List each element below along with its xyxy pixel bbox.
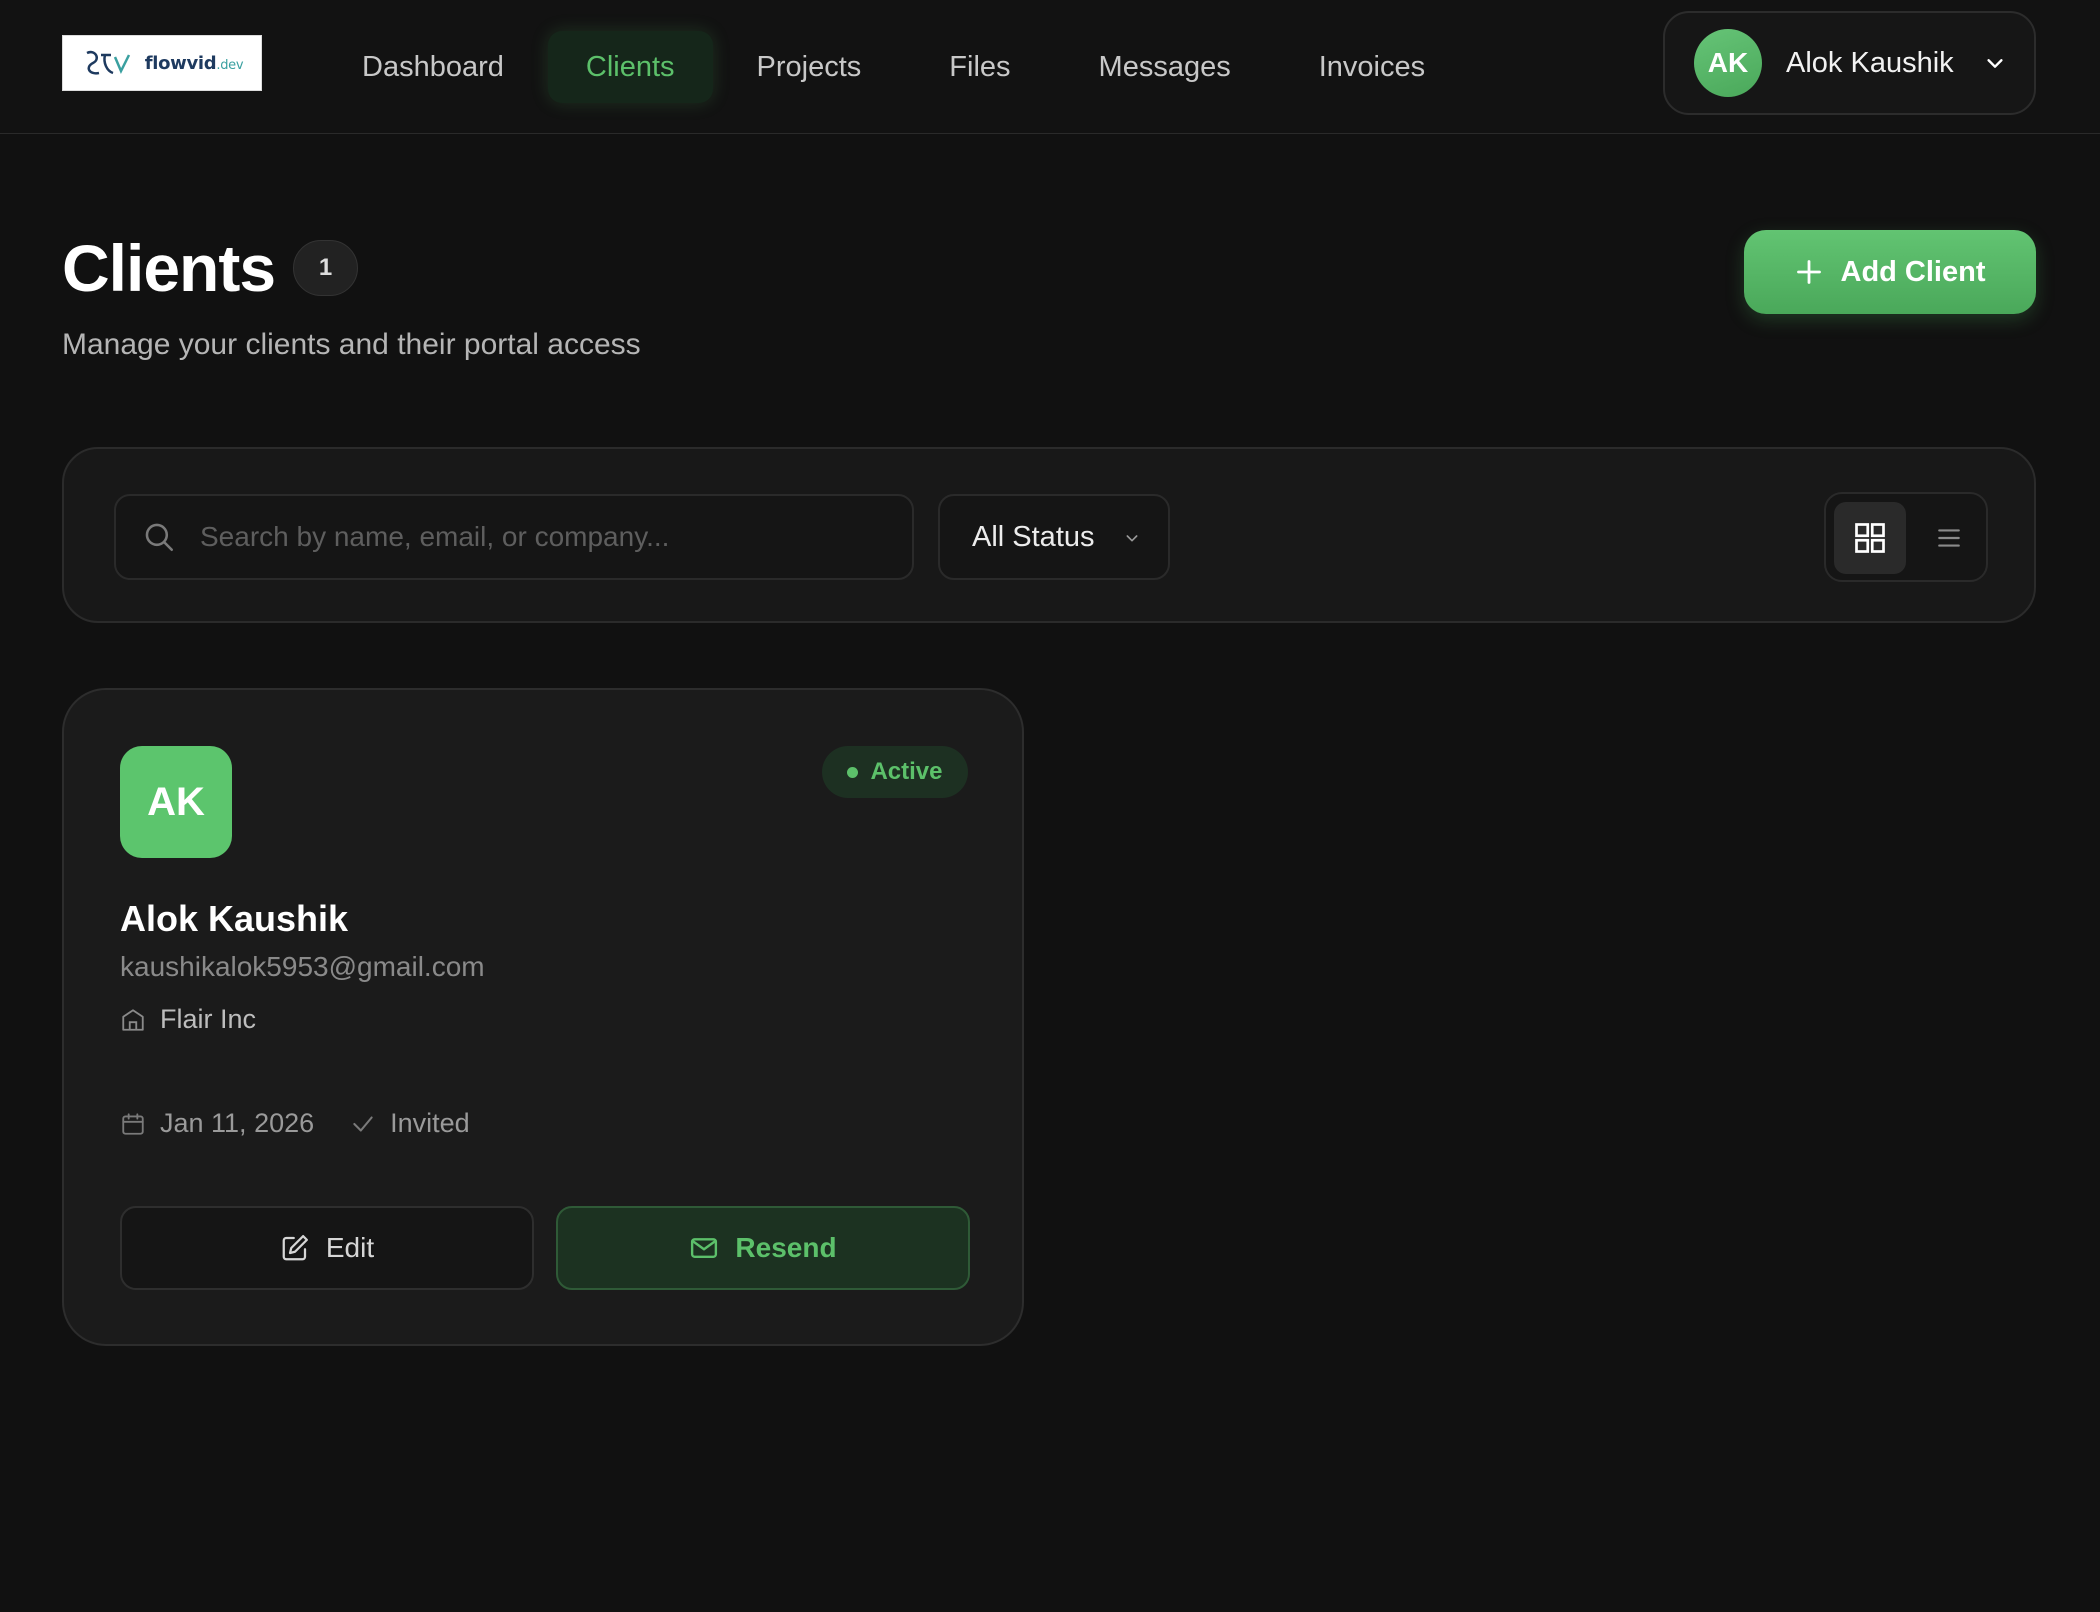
page-subtitle: Manage your clients and their portal acc… xyxy=(62,328,641,361)
user-menu-button[interactable]: AK Alok Kaushik xyxy=(1663,11,2036,115)
main-nav: Dashboard Clients Projects Files Message… xyxy=(318,0,1469,134)
top-navigation-bar: flowvid.dev Dashboard Clients Projects F… xyxy=(0,0,2100,134)
edit-client-button[interactable]: Edit xyxy=(120,1206,534,1290)
client-email: kaushikalok5953@gmail.com xyxy=(120,951,485,982)
company-name: Flair Inc xyxy=(160,1004,257,1034)
nav-item-messages[interactable]: Messages xyxy=(1055,31,1275,103)
client-card: AK Active Alok Kaushik kaushikalok5953@g… xyxy=(62,688,1024,1346)
nav-item-clients[interactable]: Clients xyxy=(547,31,713,103)
nav-item-dashboard[interactable]: Dashboard xyxy=(318,31,548,103)
edit-label: Edit xyxy=(325,1232,375,1263)
status-filter-select[interactable]: All Status xyxy=(938,494,1170,580)
resend-label: Resend xyxy=(735,1232,837,1263)
user-name: Alok Kaushik xyxy=(1786,46,1954,79)
client-meta: Jan 11, 2026 Invited xyxy=(120,1108,470,1139)
page-title: Clients xyxy=(62,231,276,305)
building-icon xyxy=(122,1008,144,1031)
grid-view-button[interactable] xyxy=(1834,502,1906,574)
chevron-down-icon xyxy=(1126,535,1138,542)
status-filter-value: All Status xyxy=(972,520,1095,553)
list-icon xyxy=(1938,529,1960,547)
view-mode-toggle xyxy=(1824,492,1988,582)
logo-mark-icon xyxy=(86,50,130,75)
mail-icon xyxy=(691,1238,718,1258)
status-label: Active xyxy=(870,758,943,785)
list-view-button[interactable] xyxy=(1916,502,1982,574)
filter-bar: All Status xyxy=(62,447,2036,623)
edit-icon xyxy=(282,1235,308,1261)
calendar-icon xyxy=(122,1112,144,1135)
search-input[interactable] xyxy=(200,521,912,553)
status-dot-icon xyxy=(847,766,859,778)
search-icon xyxy=(145,523,174,552)
check-icon xyxy=(353,1115,373,1132)
add-client-label: Add Client xyxy=(1840,255,1986,288)
add-client-button[interactable]: Add Client xyxy=(1744,230,2036,314)
client-date: Jan 11, 2026 xyxy=(160,1108,315,1138)
resend-invite-button[interactable]: Resend xyxy=(556,1206,970,1290)
client-count-badge: 1 xyxy=(293,240,358,296)
client-name: Alok Kaushik xyxy=(120,898,349,939)
brand-logo[interactable]: flowvid.dev xyxy=(62,35,262,91)
nav-item-files[interactable]: Files xyxy=(905,31,1054,103)
client-company: Flair Inc xyxy=(120,1004,256,1035)
nav-item-invoices[interactable]: Invoices xyxy=(1275,31,1469,103)
search-box[interactable] xyxy=(114,494,914,580)
grid-icon xyxy=(1855,523,1885,553)
nav-item-projects[interactable]: Projects xyxy=(713,31,906,103)
status-badge: Active xyxy=(822,746,968,798)
plus-icon xyxy=(1796,260,1821,284)
client-avatar: AK xyxy=(120,746,232,858)
user-avatar: AK xyxy=(1694,29,1762,97)
invite-status: Invited xyxy=(390,1108,470,1138)
logo-text: flowvid.dev xyxy=(144,52,244,74)
chevron-down-icon xyxy=(1987,59,2003,68)
